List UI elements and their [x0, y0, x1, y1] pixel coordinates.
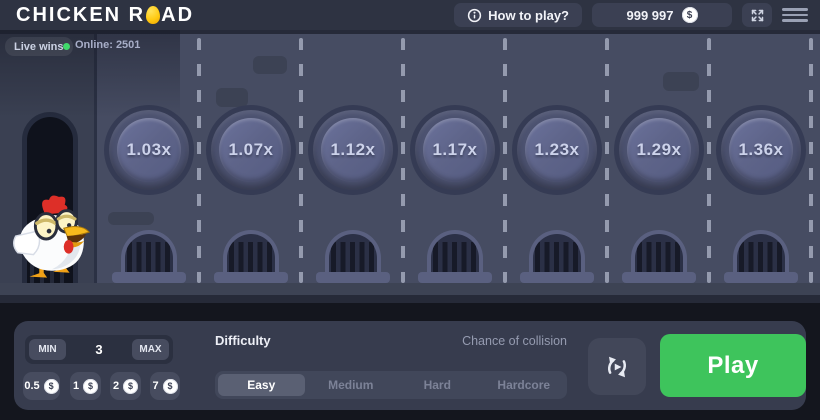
lane-divider [299, 38, 303, 283]
info-icon [467, 8, 482, 23]
lane-divider [503, 38, 507, 283]
difficulty-tab-medium[interactable]: Medium [308, 371, 395, 399]
coin-icon: $ [681, 7, 698, 23]
logo-text-left: CHICKEN R [16, 3, 146, 26]
bet-amount-box: 3 MIN MAX [25, 335, 173, 364]
quick-bet-chip-2[interactable]: 2 $ [110, 372, 141, 400]
multiplier-disc-2: 1.07x [211, 110, 291, 190]
rotate-arrows-icon [602, 352, 632, 382]
road-patch [108, 212, 154, 225]
difficulty-tabs: Easy Medium Hard Hardcore [215, 371, 567, 399]
balance-value: 999 997 [626, 7, 674, 23]
lane-divider [197, 38, 201, 283]
multiplier-disc-6: 1.29x [619, 110, 699, 190]
logo-text-right: AD [161, 3, 195, 26]
grate-icon [631, 230, 687, 272]
multiplier-value: 1.17x [432, 140, 478, 159]
game-area: 1.03x 1.07x 1.12x 1.17x 1.23x 1.29x 1.36… [0, 30, 820, 303]
road-patch [253, 56, 287, 74]
road-bottom-strip [0, 295, 820, 303]
menu-button[interactable] [782, 3, 808, 27]
multiplier-value: 1.03x [126, 140, 172, 159]
quick-bet-chip-0.5[interactable]: 0.5 $ [23, 372, 60, 400]
top-bar: CHICKEN R AD How to play? 999 997 $ [0, 0, 820, 30]
app-window: CHICKEN R AD How to play? 999 997 $ 1.03… [0, 0, 820, 420]
difficulty-label: Difficulty [215, 333, 271, 348]
multiplier-disc-1: 1.03x [109, 110, 189, 190]
grate-icon [427, 230, 483, 272]
grate-icon [733, 230, 789, 272]
difficulty-tab-easy[interactable]: Easy [218, 374, 305, 396]
topbar-actions: How to play? 999 997 $ [454, 3, 808, 27]
coin-icon: $ [123, 378, 139, 394]
multiplier-value: 1.07x [228, 140, 274, 159]
control-panel: 3 MIN MAX 0.5 $ 1 $ 2 $ 7 $ Difficulty Chanc… [14, 321, 806, 410]
max-bet-button[interactable]: MAX [132, 339, 169, 360]
lane-divider [809, 38, 813, 283]
difficulty-tab-hardcore[interactable]: Hardcore [481, 371, 568, 399]
multiplier-value: 1.36x [738, 140, 784, 159]
multiplier-value: 1.29x [636, 140, 682, 159]
multiplier-disc-5: 1.23x [517, 110, 597, 190]
how-to-play-button[interactable]: How to play? [454, 3, 582, 27]
difficulty-tab-hard[interactable]: Hard [394, 371, 481, 399]
online-count: Online: 2501 [75, 39, 141, 51]
hamburger-icon [782, 8, 808, 11]
quick-bet-chip-1[interactable]: 1 $ [70, 372, 101, 400]
live-wins-label: Live wins [14, 40, 64, 53]
min-bet-button[interactable]: MIN [29, 339, 66, 360]
autoplay-mode-button[interactable] [588, 338, 646, 395]
road-patch [663, 72, 699, 91]
play-button[interactable]: Play [660, 334, 806, 397]
multiplier-disc-7: 1.36x [721, 110, 801, 190]
lane-divider [401, 38, 405, 283]
coin-icon: $ [43, 378, 59, 394]
grate-icon [121, 230, 177, 272]
fullscreen-button[interactable] [742, 3, 772, 27]
egg-icon [146, 6, 161, 24]
curb-strip [0, 283, 820, 295]
coin-icon: $ [162, 378, 178, 394]
quick-bet-chip-7[interactable]: 7 $ [150, 372, 180, 400]
grate-icon [529, 230, 585, 272]
multiplier-value: 1.12x [330, 140, 376, 159]
how-to-play-label: How to play? [488, 7, 569, 23]
grate-icon [223, 230, 279, 272]
multiplier-value: 1.23x [534, 140, 580, 159]
balance-display[interactable]: 999 997 $ [592, 3, 732, 27]
road-patch [216, 88, 248, 107]
fullscreen-icon [750, 8, 765, 23]
chance-of-collision-label: Chance of collision [462, 334, 567, 348]
grate-icon [325, 230, 381, 272]
multiplier-disc-4: 1.17x [415, 110, 495, 190]
online-dot-icon [63, 43, 70, 50]
lane-divider [707, 38, 711, 283]
chicken-character [13, 195, 91, 278]
logo: CHICKEN R AD [16, 4, 194, 27]
lane-divider [605, 38, 609, 283]
multiplier-disc-3: 1.12x [313, 110, 393, 190]
coin-icon: $ [83, 378, 99, 394]
